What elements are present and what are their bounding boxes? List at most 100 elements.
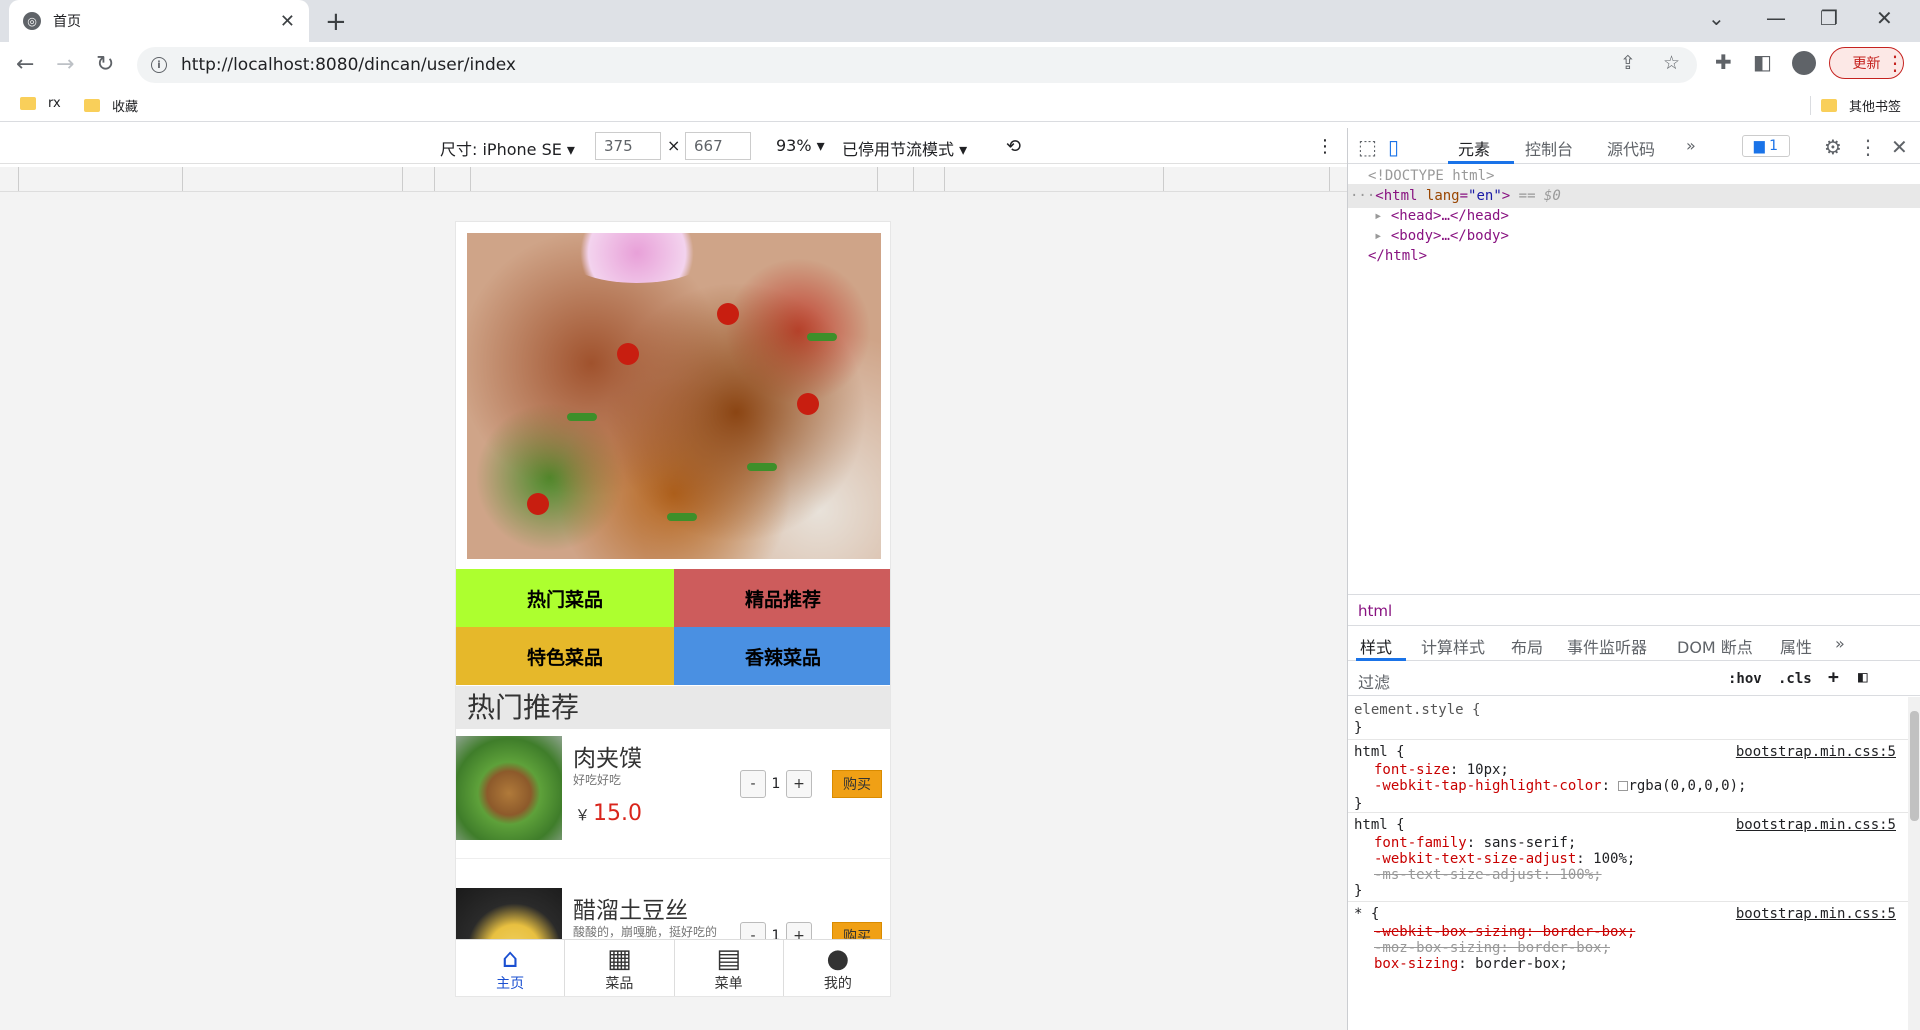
tab-search-icon[interactable]: ⌄ xyxy=(1708,6,1725,30)
html-close-node[interactable]: </html> xyxy=(1348,244,1920,268)
add-rule-icon[interactable]: + xyxy=(1828,667,1839,688)
zoom-label: 93% xyxy=(776,136,812,155)
food-name[interactable]: 醋溜土豆丝 xyxy=(573,891,688,925)
scallion-slice xyxy=(807,333,837,341)
styles-pane: element.style { } html { bootstrap.min.c… xyxy=(1348,697,1908,1030)
increase-button[interactable]: + xyxy=(786,770,812,798)
tab-sources[interactable]: 源代码 xyxy=(1607,136,1655,160)
buy-button[interactable]: 购买 xyxy=(832,770,882,798)
subtab-properties[interactable]: 属性 xyxy=(1780,634,1812,658)
head-tag: <head>…</head> xyxy=(1390,208,1509,224)
nav-home[interactable]: ⌂ 主页 xyxy=(456,940,566,996)
rule-close: } xyxy=(1354,883,1363,899)
style-property[interactable]: box-sizing: border-box; xyxy=(1374,955,1568,974)
flower-garnish xyxy=(562,233,712,283)
breadcrumb[interactable]: html xyxy=(1348,594,1920,626)
filter-input[interactable]: 过滤 xyxy=(1358,669,1390,693)
more-subtabs-icon[interactable]: » xyxy=(1835,634,1845,653)
minimize-icon[interactable]: — xyxy=(1766,6,1786,30)
issues-badge[interactable]: ▆ 1 xyxy=(1742,135,1790,157)
browser-menu-icon[interactable]: ⋮ xyxy=(1885,51,1905,75)
food-thumbnail[interactable] xyxy=(456,736,562,840)
scrollbar-thumb[interactable] xyxy=(1910,711,1919,821)
folder-icon xyxy=(20,97,36,110)
rule-source-link[interactable]: bootstrap.min.css:5 xyxy=(1736,905,1896,924)
toggle-sidebar-icon[interactable]: ◧ xyxy=(1858,667,1868,686)
subtab-computed[interactable]: 计算样式 xyxy=(1421,634,1485,658)
quantity-value[interactable]: 1 xyxy=(766,776,786,792)
profile-avatar-icon[interactable] xyxy=(1792,51,1816,75)
reload-icon[interactable]: ↻ xyxy=(96,52,114,77)
style-rule: html { bootstrap.min.css:5 font-family: … xyxy=(1348,814,1908,902)
settings-gear-icon[interactable]: ⚙ xyxy=(1824,135,1842,159)
rule-source-link[interactable]: bootstrap.min.css:5 xyxy=(1736,816,1896,835)
bookmarks-bar: rx 收藏 其他书签 xyxy=(0,88,1920,122)
close-tab-icon[interactable]: ✕ xyxy=(280,11,295,32)
rotate-icon[interactable]: ⟲ xyxy=(1006,136,1021,157)
bookmark-folder-favorites[interactable]: 收藏 xyxy=(84,96,138,115)
devtools-close-icon[interactable]: ✕ xyxy=(1891,135,1908,159)
cls-toggle[interactable]: .cls xyxy=(1778,671,1812,687)
expand-arrow-icon[interactable]: ▸ xyxy=(1374,208,1382,224)
style-property-overridden[interactable]: -ms-text-size-adjust: 100%; xyxy=(1374,866,1602,885)
hov-toggle[interactable]: :hov xyxy=(1728,671,1762,687)
forward-icon[interactable]: → xyxy=(56,52,74,77)
styles-subtabs: 样式 计算样式 布局 事件监听器 DOM 断点 属性 » xyxy=(1348,627,1920,661)
device-menu-icon[interactable]: ⋮ xyxy=(1316,136,1334,157)
dimension-separator: × xyxy=(667,136,681,155)
device-select[interactable]: 尺寸: iPhone SE ▾ xyxy=(440,136,575,160)
browser-tab[interactable]: ◎ 首页 ✕ xyxy=(9,0,309,42)
more-tabs-icon[interactable]: » xyxy=(1686,136,1696,155)
style-property[interactable]: -webkit-tap-highlight-color: rgba(0,0,0,… xyxy=(1374,777,1746,796)
site-info-icon[interactable]: i xyxy=(151,57,167,73)
category-recommended[interactable]: 精品推荐 xyxy=(674,569,890,627)
share-icon[interactable]: ⇪ xyxy=(1620,52,1636,74)
styles-scrollbar[interactable] xyxy=(1908,697,1920,1030)
restore-icon[interactable]: ❐ xyxy=(1820,6,1838,30)
rule-selector[interactable]: * { xyxy=(1354,905,1379,924)
scallion-slice xyxy=(667,513,697,521)
nav-menu[interactable]: ▤ 菜单 xyxy=(675,940,784,996)
subtab-styles[interactable]: 样式 xyxy=(1360,634,1392,658)
food-name[interactable]: 肉夹馍 xyxy=(573,739,642,773)
zoom-select[interactable]: 93% ▾ xyxy=(776,136,825,155)
category-spicy[interactable]: 香辣菜品 xyxy=(674,627,890,685)
section-title: 热门推荐 xyxy=(456,686,890,729)
rule-selector[interactable]: html { xyxy=(1354,816,1405,835)
nav-label: 菜单 xyxy=(714,975,743,992)
rule-selector[interactable]: html { xyxy=(1354,743,1405,762)
nav-dishes[interactable]: ▦ 菜品 xyxy=(565,940,675,996)
inspect-element-icon[interactable]: ⬚ xyxy=(1358,135,1377,159)
width-input[interactable]: 375 xyxy=(595,132,661,160)
color-swatch-icon[interactable] xyxy=(1618,781,1629,791)
throttle-select[interactable]: 已停用节流模式 ▾ xyxy=(842,136,967,160)
subtab-event-listeners[interactable]: 事件监听器 xyxy=(1567,634,1647,658)
other-bookmarks[interactable]: 其他书签 xyxy=(1810,96,1901,115)
extensions-icon[interactable]: ✚ xyxy=(1715,50,1732,74)
back-icon[interactable]: ← xyxy=(16,52,34,77)
expand-arrow-icon[interactable]: ▸ xyxy=(1374,228,1382,244)
device-toggle-icon[interactable]: ▯ xyxy=(1388,135,1399,159)
devtools-menu-icon[interactable]: ⋮ xyxy=(1858,135,1878,159)
rule-source-link[interactable]: bootstrap.min.css:5 xyxy=(1736,743,1896,762)
bookmark-folder-rx[interactable]: rx xyxy=(20,96,61,111)
subtab-dom-breakpoints[interactable]: DOM 断点 xyxy=(1677,634,1753,658)
nav-profile[interactable]: ● 我的 xyxy=(784,940,890,996)
globe-icon: ◎ xyxy=(23,12,41,30)
tab-strip: ◎ 首页 ✕ + ⌄ — ❐ ✕ xyxy=(0,0,1920,42)
height-input[interactable]: 667 xyxy=(685,132,751,160)
category-hot-dishes[interactable]: 热门菜品 xyxy=(456,569,674,627)
side-panel-icon[interactable]: ◧ xyxy=(1753,50,1772,74)
new-tab-icon[interactable]: + xyxy=(325,7,347,37)
tab-elements[interactable]: 元素 xyxy=(1458,136,1490,160)
category-specialty[interactable]: 特色菜品 xyxy=(456,627,674,685)
window-close-icon[interactable]: ✕ xyxy=(1876,6,1893,30)
devtools-tabbar: ⬚ ▯ 元素 控制台 源代码 » ▆ 1 ⚙ ⋮ ✕ xyxy=(1348,128,1920,164)
decrease-button[interactable]: - xyxy=(740,770,766,798)
tab-console[interactable]: 控制台 xyxy=(1525,136,1573,160)
bookmark-star-icon[interactable]: ☆ xyxy=(1663,52,1680,74)
rule-selector[interactable]: element.style { xyxy=(1354,701,1480,720)
address-bar[interactable]: i http://localhost:8080/dincan/user/inde… xyxy=(137,47,1697,83)
property-value: rgba(0,0,0,0); xyxy=(1628,778,1747,794)
subtab-layout[interactable]: 布局 xyxy=(1511,634,1543,658)
